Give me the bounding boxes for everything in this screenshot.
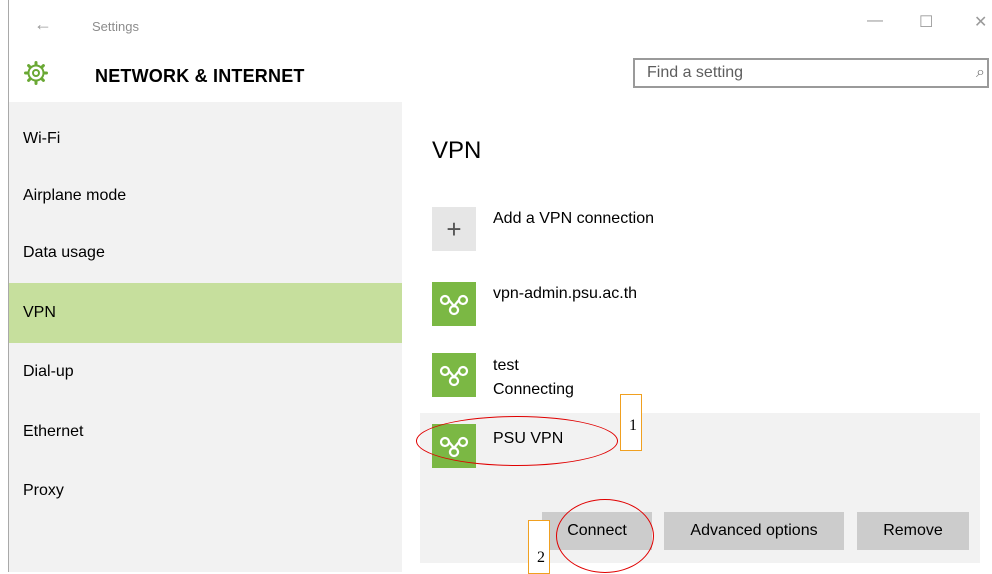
sidebar-item-proxy[interactable]: Proxy — [9, 463, 402, 523]
sidebar: Wi-Fi Airplane mode Data usage VPN Dial-… — [9, 102, 402, 572]
sidebar-item-dial-up[interactable]: Dial-up — [9, 343, 402, 403]
annotation-1-label: 1 — [629, 417, 637, 434]
back-icon[interactable]: ← — [34, 14, 52, 35]
advanced-options-button[interactable]: Advanced options — [664, 512, 844, 550]
main-content: VPN + Add a VPN connection vpn-admin.psu… — [402, 102, 992, 572]
vpn-connection-icon — [432, 282, 476, 326]
sidebar-item-label: Data usage — [23, 244, 105, 261]
sidebar-item-vpn[interactable]: VPN — [9, 283, 402, 343]
window-title: Settings — [92, 19, 139, 34]
title-bar: ← Settings — ☐ ✕ — [9, 0, 992, 50]
vpn-item-name: vpn-admin.psu.ac.th — [493, 285, 638, 302]
remove-button[interactable]: Remove — [857, 512, 969, 550]
annotation-2-box: 2 — [528, 520, 550, 574]
search-input[interactable]: Find a setting ⌕ — [633, 58, 989, 88]
page-header: NETWORK & INTERNET Find a setting ⌕ — [9, 50, 992, 102]
vpn-item-status: Connecting — [493, 381, 574, 398]
sidebar-item-ethernet[interactable]: Ethernet — [9, 403, 402, 463]
gear-icon — [24, 61, 48, 85]
window-left-edge — [0, 0, 9, 572]
sidebar-item-label: Wi-Fi — [23, 130, 61, 147]
add-vpn-label: Add a VPN connection — [493, 210, 654, 227]
sidebar-item-label: Ethernet — [23, 423, 84, 440]
sidebar-item-label: Airplane mode — [23, 187, 127, 204]
sidebar-item-airplane-mode[interactable]: Airplane mode — [9, 162, 402, 222]
search-icon[interactable]: ⌕ — [976, 64, 985, 82]
sidebar-item-wifi[interactable]: Wi-Fi — [9, 102, 402, 162]
vpn-item-name: test — [493, 357, 519, 374]
page-title: NETWORK & INTERNET — [95, 66, 305, 86]
settings-window: ← Settings — ☐ ✕ NETWORK & INTERNET Find… — [0, 0, 992, 574]
annotation-oval-connect — [556, 499, 654, 573]
vpn-connection-icon — [432, 353, 476, 397]
annotation-2-label: 2 — [537, 549, 545, 566]
add-icon[interactable]: + — [432, 207, 476, 251]
sidebar-item-label: Proxy — [23, 482, 64, 499]
maximize-icon[interactable]: ☐ — [919, 12, 933, 32]
annotation-oval-psu-vpn — [416, 416, 618, 466]
sidebar-item-data-usage[interactable]: Data usage — [9, 222, 402, 282]
sidebar-item-label: Dial-up — [23, 363, 74, 380]
annotation-1-box: 1 — [620, 394, 642, 451]
section-heading: VPN — [432, 137, 482, 164]
minimize-icon[interactable]: — — [867, 12, 883, 30]
close-icon[interactable]: ✕ — [974, 12, 987, 32]
sidebar-item-label: VPN — [23, 304, 56, 321]
search-placeholder: Find a setting — [647, 64, 744, 81]
